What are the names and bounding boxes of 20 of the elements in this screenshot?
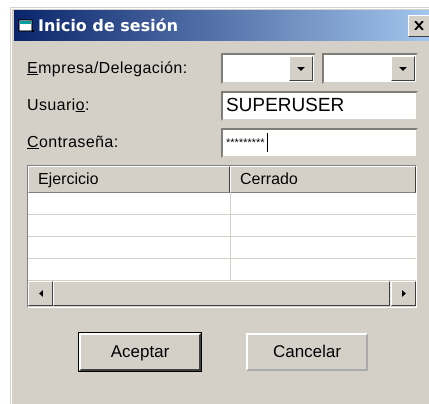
column-header[interactable]: Cerrado: [230, 166, 416, 193]
dropdown-field[interactable]: [322, 53, 418, 84]
dialog-button[interactable]: Cancelar: [246, 333, 368, 371]
dialog-button[interactable]: Aceptar: [79, 333, 201, 371]
field-label: Contraseña:: [27, 134, 120, 152]
window-title: Inicio de sesión: [38, 16, 179, 35]
caret-icon: [297, 66, 305, 70]
right-arrow-icon: [402, 290, 406, 297]
caret-icon: [399, 66, 407, 70]
input-field[interactable]: *********: [221, 128, 418, 158]
field-label: Empresa/Delegación:: [27, 60, 189, 78]
horizontal-scrollbar[interactable]: [28, 281, 416, 306]
close-icon: [414, 21, 424, 30]
field-label: Usuario:: [27, 96, 91, 114]
left-arrow-icon: [38, 290, 42, 297]
input-field[interactable]: SUPERUSER: [221, 90, 418, 120]
window-icon: [18, 18, 34, 32]
column-header[interactable]: Ejercicio: [28, 166, 230, 193]
dropdown-field[interactable]: [221, 53, 316, 84]
close-button[interactable]: [408, 14, 429, 36]
